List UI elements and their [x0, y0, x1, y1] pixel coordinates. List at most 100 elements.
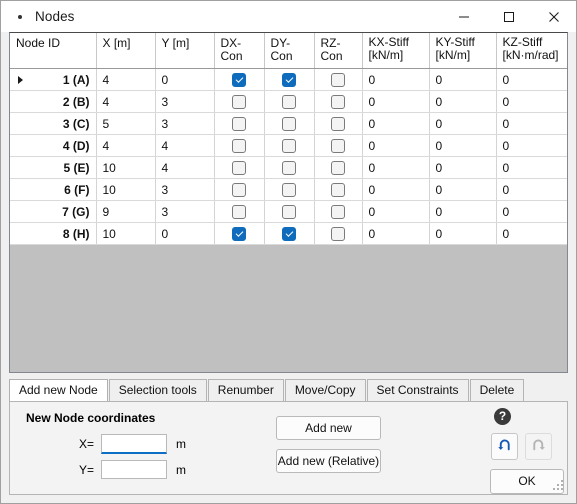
cell-kz_stiff[interactable]: 0 [496, 178, 567, 201]
cell-x[interactable]: 9 [96, 200, 156, 223]
cell-dy_con[interactable] [264, 134, 315, 157]
cell-rz_con[interactable] [314, 90, 363, 113]
column-header-dx_con[interactable]: DX-Con [214, 33, 265, 69]
cell-rz_con[interactable] [314, 156, 363, 179]
cell-dx_con[interactable] [214, 200, 265, 223]
cell-rz_con[interactable] [314, 222, 363, 245]
column-header-y[interactable]: Y [m] [155, 33, 215, 69]
cell-x[interactable]: 10 [96, 222, 156, 245]
checkbox-rz_con-unchecked[interactable] [331, 160, 345, 175]
checkbox-rz_con-unchecked[interactable] [331, 72, 345, 87]
y-coordinate-input[interactable] [101, 460, 167, 479]
checkbox-dy_con-checked[interactable] [282, 72, 296, 87]
tab-selection-tools[interactable]: Selection tools [108, 379, 207, 401]
cell-kz_stiff[interactable]: 0 [496, 134, 567, 157]
cell-node-id[interactable]: 7 (G) [10, 200, 97, 223]
checkbox-rz_con-unchecked[interactable] [331, 138, 345, 153]
checkbox-dy_con-checked[interactable] [282, 226, 296, 241]
cell-kx_stiff[interactable]: 0 [362, 134, 430, 157]
cell-kz_stiff[interactable]: 0 [496, 90, 567, 113]
table-row[interactable]: 3 (C) 5 3 0 0 0 [10, 112, 567, 135]
cell-kz_stiff[interactable]: 0 [496, 222, 567, 245]
add-new-button[interactable]: Add new [276, 416, 381, 440]
tab-delete[interactable]: Delete [469, 379, 525, 401]
cell-node-id[interactable]: 3 (C) [10, 112, 97, 135]
cell-x[interactable]: 10 [96, 156, 156, 179]
cell-rz_con[interactable] [314, 134, 363, 157]
checkbox-dy_con-unchecked[interactable] [282, 94, 296, 109]
redo-icon[interactable] [525, 433, 552, 460]
add-new-relative-button[interactable]: Add new (Relative) [276, 449, 381, 473]
cell-y[interactable]: 4 [155, 134, 215, 157]
cell-x[interactable]: 5 [96, 112, 156, 135]
tab-add-new-node[interactable]: Add new Node [9, 379, 108, 401]
x-coordinate-input[interactable] [101, 434, 167, 454]
cell-dx_con[interactable] [214, 112, 265, 135]
checkbox-dx_con-checked[interactable] [232, 226, 246, 241]
cell-kx_stiff[interactable]: 0 [362, 156, 430, 179]
column-header-x[interactable]: X [m] [96, 33, 156, 69]
checkbox-dx_con-unchecked[interactable] [232, 116, 246, 131]
column-header-kx_stiff[interactable]: KX-Stiff [kN/m] [362, 33, 430, 69]
cell-x[interactable]: 4 [96, 90, 156, 113]
checkbox-dx_con-unchecked[interactable] [232, 94, 246, 109]
tab-set-constraints[interactable]: Set Constraints [366, 379, 469, 401]
table-row[interactable]: 6 (F) 10 3 0 0 0 [10, 178, 567, 201]
table-row[interactable]: 1 (A) 4 0 0 0 0 [10, 68, 567, 91]
cell-rz_con[interactable] [314, 112, 363, 135]
cell-kx_stiff[interactable]: 0 [362, 90, 430, 113]
cell-dy_con[interactable] [264, 68, 315, 91]
cell-y[interactable]: 3 [155, 112, 215, 135]
checkbox-dy_con-unchecked[interactable] [282, 116, 296, 131]
cell-dy_con[interactable] [264, 156, 315, 179]
column-header-dy_con[interactable]: DY-Con [264, 33, 315, 69]
checkbox-rz_con-unchecked[interactable] [331, 94, 345, 109]
cell-dy_con[interactable] [264, 90, 315, 113]
cell-ky_stiff[interactable]: 0 [429, 112, 497, 135]
cell-dx_con[interactable] [214, 90, 265, 113]
cell-node-id[interactable]: 1 (A) [10, 68, 97, 91]
checkbox-rz_con-unchecked[interactable] [331, 116, 345, 131]
cell-node-id[interactable]: 4 (D) [10, 134, 97, 157]
cell-kx_stiff[interactable]: 0 [362, 68, 430, 91]
cell-y[interactable]: 3 [155, 90, 215, 113]
cell-ky_stiff[interactable]: 0 [429, 156, 497, 179]
cell-node-id[interactable]: 2 (B) [10, 90, 97, 113]
cell-dx_con[interactable] [214, 68, 265, 91]
checkbox-dx_con-unchecked[interactable] [232, 204, 246, 219]
cell-x[interactable]: 4 [96, 68, 156, 91]
close-icon[interactable] [531, 1, 576, 32]
cell-rz_con[interactable] [314, 178, 363, 201]
undo-icon[interactable] [491, 433, 518, 460]
checkbox-dy_con-unchecked[interactable] [282, 138, 296, 153]
cell-x[interactable]: 10 [96, 178, 156, 201]
checkbox-dy_con-unchecked[interactable] [282, 204, 296, 219]
cell-dx_con[interactable] [214, 134, 265, 157]
cell-kx_stiff[interactable]: 0 [362, 200, 430, 223]
cell-x[interactable]: 4 [96, 134, 156, 157]
cell-kz_stiff[interactable]: 0 [496, 68, 567, 91]
cell-kz_stiff[interactable]: 0 [496, 112, 567, 135]
cell-dx_con[interactable] [214, 178, 265, 201]
cell-y[interactable]: 0 [155, 68, 215, 91]
tab-renumber[interactable]: Renumber [207, 379, 284, 401]
table-row[interactable]: 5 (E) 10 4 0 0 0 [10, 156, 567, 179]
cell-y[interactable]: 3 [155, 200, 215, 223]
cell-rz_con[interactable] [314, 200, 363, 223]
help-icon[interactable]: ? [494, 408, 511, 425]
cell-kx_stiff[interactable]: 0 [362, 178, 430, 201]
nodes-table-area[interactable]: Node ID X [m] Y [m] DX-Con DY-Con RZ-Con KX-St… [9, 32, 568, 373]
checkbox-rz_con-unchecked[interactable] [331, 182, 345, 197]
maximize-icon[interactable] [486, 1, 531, 32]
cell-dy_con[interactable] [264, 178, 315, 201]
cell-ky_stiff[interactable]: 0 [429, 178, 497, 201]
cell-node-id[interactable]: 8 (H) [10, 222, 97, 245]
checkbox-dx_con-unchecked[interactable] [232, 138, 246, 153]
table-row[interactable]: 8 (H) 10 0 0 0 0 [10, 222, 567, 245]
column-header-node_id[interactable]: Node ID [10, 33, 97, 69]
cell-ky_stiff[interactable]: 0 [429, 90, 497, 113]
checkbox-rz_con-unchecked[interactable] [331, 226, 345, 241]
cell-rz_con[interactable] [314, 68, 363, 91]
cell-ky_stiff[interactable]: 0 [429, 200, 497, 223]
table-row[interactable]: 2 (B) 4 3 0 0 0 [10, 90, 567, 113]
